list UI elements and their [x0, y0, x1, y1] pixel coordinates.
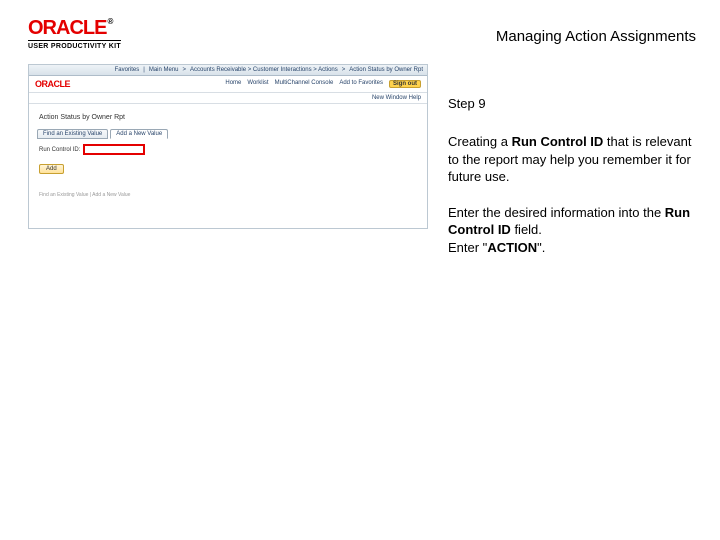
- nav-page[interactable]: Action Status by Owner Rpt: [349, 67, 423, 73]
- signout-button[interactable]: Sign out: [389, 80, 421, 88]
- run-control-label: Run Control ID:: [39, 147, 80, 153]
- link-new-window[interactable]: New Window: [372, 95, 407, 101]
- nav-main-menu[interactable]: Main Menu: [149, 67, 179, 73]
- page-header: ORACLE® USER PRODUCTIVITY KIT Managing A…: [0, 0, 720, 58]
- nav-favorites[interactable]: Favorites: [115, 67, 140, 73]
- registered-mark: ®: [107, 17, 112, 26]
- bold-run-control-id: Run Control ID: [512, 134, 604, 149]
- tab-footer-links[interactable]: Find an Existing Value | Add a New Value: [39, 192, 419, 198]
- app-breadcrumb-bar: Favorites | Main Menu > Accounts Receiva…: [29, 65, 427, 76]
- run-control-row: Run Control ID:: [39, 145, 419, 154]
- embedded-screenshot: Favorites | Main Menu > Accounts Receiva…: [28, 64, 428, 256]
- tab-find-existing[interactable]: Find an Existing Value: [37, 129, 108, 139]
- nav-add-favorites[interactable]: Add to Favorites: [339, 80, 383, 88]
- instruction-paragraph-2: Enter the desired information into the R…: [448, 204, 696, 257]
- text: Creating a: [448, 134, 512, 149]
- component-title: Action Status by Owner Rpt: [39, 114, 419, 121]
- oracle-upk-logo: ORACLE® USER PRODUCTIVITY KIT: [28, 18, 121, 50]
- oracle-wordmark: ORACLE: [28, 17, 106, 39]
- instruction-panel: Step 9 Creating a Run Control ID that is…: [448, 64, 696, 256]
- text: Enter ": [448, 240, 487, 255]
- nav-worklist[interactable]: Worklist: [247, 80, 268, 88]
- app-window: Favorites | Main Menu > Accounts Receiva…: [28, 64, 428, 229]
- text: field.: [511, 222, 542, 237]
- app-branding-bar: ORACLE Home Worklist MultiChannel Consol…: [29, 76, 427, 93]
- add-button[interactable]: Add: [39, 164, 64, 174]
- instruction-paragraph-1: Creating a Run Control ID that is releva…: [448, 133, 696, 186]
- nav-multichannel[interactable]: MultiChannel Console: [275, 80, 334, 88]
- app-global-nav: Home Worklist MultiChannel Console Add t…: [225, 80, 421, 88]
- link-help[interactable]: Help: [409, 95, 421, 101]
- nav-path[interactable]: Accounts Receivable > Customer Interacti…: [190, 67, 338, 73]
- tab-add-new[interactable]: Add a New Value: [110, 129, 168, 139]
- tab-row: Find an Existing Value Add a New Value: [37, 129, 419, 139]
- bold-action-value: ACTION: [487, 240, 537, 255]
- app-subnav: New Window Help: [29, 93, 427, 104]
- oracle-logo-small: ORACLE: [35, 79, 70, 89]
- page-title: Managing Action Assignments: [496, 18, 696, 45]
- run-control-id-input[interactable]: [84, 145, 144, 154]
- text: ".: [537, 240, 545, 255]
- oracle-logo: ORACLE®: [28, 18, 121, 38]
- app-body: Action Status by Owner Rpt Find an Exist…: [29, 104, 427, 228]
- text: Enter the desired information into the: [448, 205, 665, 220]
- step-label: Step 9: [448, 96, 696, 111]
- nav-home[interactable]: Home: [225, 80, 241, 88]
- upk-subbrand: USER PRODUCTIVITY KIT: [28, 40, 121, 50]
